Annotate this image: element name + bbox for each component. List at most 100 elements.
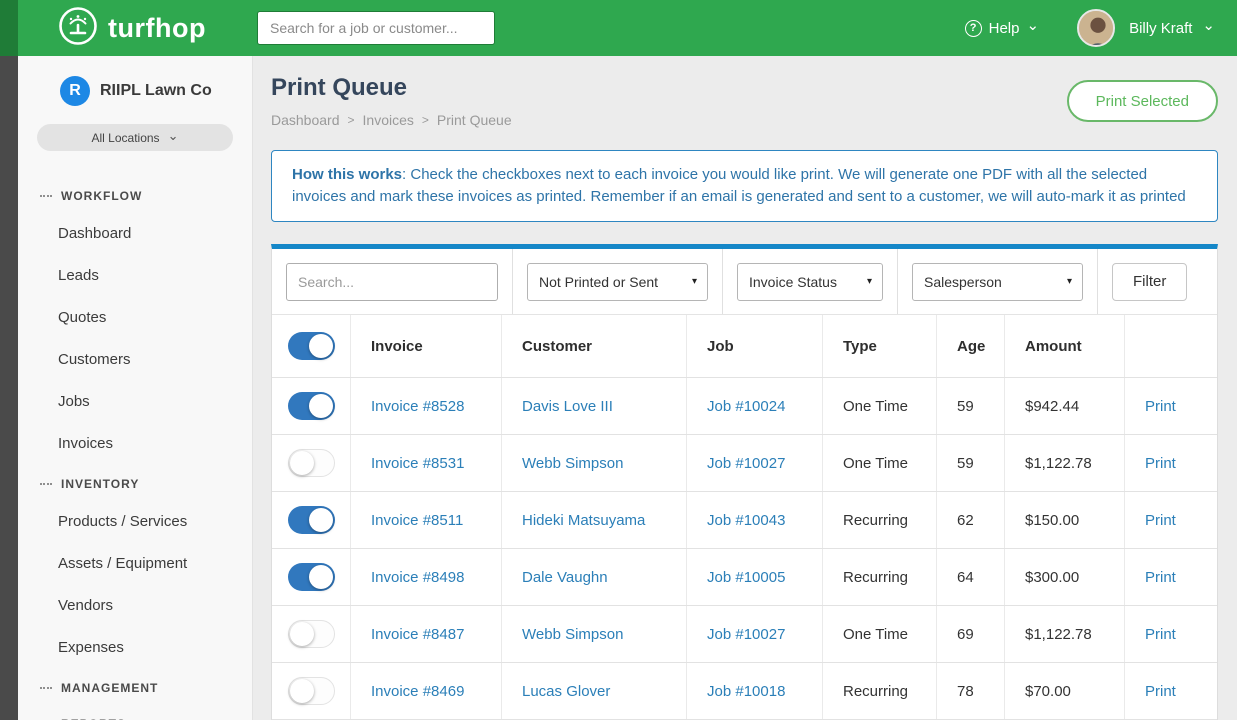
invoice-link[interactable]: Invoice #8487 [371, 626, 464, 643]
invoice-link[interactable]: Invoice #8528 [371, 398, 464, 415]
sidebar-nav: WORKFLOW Dashboard Leads Quotes Customer… [18, 177, 252, 720]
company-row[interactable]: R RIIPL Lawn Co [18, 56, 252, 106]
invoice-link[interactable]: Invoice #8469 [371, 683, 464, 700]
select-all-toggle[interactable] [288, 332, 335, 360]
invoice-table: Invoice Customer Job Type Age Amount Inv… [272, 315, 1217, 720]
col-header-actions [1125, 315, 1217, 377]
row-select-toggle[interactable] [288, 392, 335, 420]
table-row: Invoice #8531 Webb Simpson Job #10027 On… [272, 435, 1217, 492]
section-label: MANAGEMENT [61, 681, 158, 695]
print-link[interactable]: Print [1145, 626, 1176, 643]
row-select-toggle[interactable] [288, 563, 335, 591]
invoice-status-dropdown[interactable]: Invoice Status ▾ [737, 263, 883, 301]
locations-label: All Locations [92, 131, 160, 145]
customer-link[interactable]: Hideki Matsuyama [522, 512, 645, 529]
turfhop-logo[interactable]: turfhop [0, 6, 253, 51]
customer-link[interactable]: Webb Simpson [522, 626, 623, 643]
row-select-toggle[interactable] [288, 677, 335, 705]
invoice-age: 59 [937, 435, 1005, 491]
sidebar-item-products-services[interactable]: Products / Services [18, 501, 252, 543]
avatar[interactable] [1077, 9, 1115, 47]
user-name[interactable]: Billy Kraft [1129, 20, 1192, 37]
print-link[interactable]: Print [1145, 455, 1176, 472]
all-locations-dropdown[interactable]: All Locations ⌄ [37, 124, 233, 151]
customer-link[interactable]: Davis Love III [522, 398, 613, 415]
col-header-job: Job [687, 315, 823, 377]
sidebar-item-expenses[interactable]: Expenses [18, 627, 252, 669]
customer-link[interactable]: Dale Vaughn [522, 569, 608, 586]
help-menu[interactable]: ? Help ⌄ [965, 20, 1039, 37]
row-select-toggle[interactable] [288, 620, 335, 648]
caret-down-icon: ▾ [867, 276, 872, 287]
invoice-type: Recurring [823, 663, 937, 719]
table-row: Invoice #8528 Davis Love III Job #10024 … [272, 378, 1217, 435]
chevron-down-icon: ⌄ [1202, 21, 1215, 31]
sidebar-item-assets-equipment[interactable]: Assets / Equipment [18, 543, 252, 585]
invoice-link[interactable]: Invoice #8498 [371, 569, 464, 586]
table-header-row: Invoice Customer Job Type Age Amount [272, 315, 1217, 378]
help-label: Help [989, 20, 1020, 37]
section-dash-icon [40, 195, 52, 197]
info-body: : Check the checkboxes next to each invo… [292, 166, 1186, 205]
filter-button[interactable]: Filter [1112, 263, 1187, 301]
main-content: Print Queue Dashboard > Invoices > Print… [253, 56, 1237, 720]
print-link[interactable]: Print [1145, 683, 1176, 700]
global-search-input[interactable] [257, 11, 495, 45]
row-select-toggle[interactable] [288, 449, 335, 477]
print-link[interactable]: Print [1145, 398, 1176, 415]
col-header-amount: Amount [1005, 315, 1125, 377]
info-title: How this works [292, 166, 402, 183]
section-label: WORKFLOW [61, 189, 142, 203]
invoice-amount: $70.00 [1005, 663, 1125, 719]
section-reports: REPORTS [18, 705, 252, 720]
caret-down-icon: ▾ [1067, 276, 1072, 287]
job-link[interactable]: Job #10018 [707, 683, 785, 700]
job-link[interactable]: Job #10005 [707, 569, 785, 586]
sidebar-item-dashboard[interactable]: Dashboard [18, 213, 252, 255]
table-row: Invoice #8469 Lucas Glover Job #10018 Re… [272, 663, 1217, 720]
invoice-amount: $1,122.78 [1005, 435, 1125, 491]
section-workflow: WORKFLOW [18, 177, 252, 213]
section-label: INVENTORY [61, 477, 139, 491]
sidebar-item-invoices[interactable]: Invoices [18, 423, 252, 465]
table-search-input[interactable] [286, 263, 498, 301]
app-window: turfhop ? Help ⌄ Billy Kraft ⌄ R [0, 0, 1237, 720]
customer-link[interactable]: Lucas Glover [522, 683, 610, 700]
sidebar-item-leads[interactable]: Leads [18, 255, 252, 297]
sidebar-item-vendors[interactable]: Vendors [18, 585, 252, 627]
print-link[interactable]: Print [1145, 569, 1176, 586]
customer-link[interactable]: Webb Simpson [522, 455, 623, 472]
invoice-link[interactable]: Invoice #8531 [371, 455, 464, 472]
printed-or-sent-dropdown[interactable]: Not Printed or Sent ▾ [527, 263, 708, 301]
chevron-down-icon: ⌄ [1026, 21, 1039, 31]
section-dash-icon [40, 483, 52, 485]
invoice-age: 64 [937, 549, 1005, 605]
dropdown-value: Invoice Status [749, 274, 837, 290]
breadcrumb-print-queue: Print Queue [437, 112, 512, 128]
salesperson-dropdown[interactable]: Salesperson ▾ [912, 263, 1083, 301]
invoice-amount: $942.44 [1005, 378, 1125, 434]
print-selected-button[interactable]: Print Selected [1067, 80, 1218, 122]
caret-down-icon: ▾ [692, 276, 697, 287]
breadcrumb-dashboard[interactable]: Dashboard [271, 112, 340, 128]
sidebar-item-jobs[interactable]: Jobs [18, 381, 252, 423]
print-link[interactable]: Print [1145, 512, 1176, 529]
sidebar-item-customers[interactable]: Customers [18, 339, 252, 381]
row-select-toggle[interactable] [288, 506, 335, 534]
job-link[interactable]: Job #10043 [707, 512, 785, 529]
job-link[interactable]: Job #10024 [707, 398, 785, 415]
dropdown-value: Not Printed or Sent [539, 274, 658, 290]
breadcrumb-invoices[interactable]: Invoices [363, 112, 414, 128]
logo-text: turfhop [108, 13, 206, 44]
sidebar-item-quotes[interactable]: Quotes [18, 297, 252, 339]
print-queue-panel: Not Printed or Sent ▾ Invoice Status ▾ S… [271, 244, 1218, 720]
job-link[interactable]: Job #10027 [707, 626, 785, 643]
invoice-age: 69 [937, 606, 1005, 662]
section-dash-icon [40, 687, 52, 689]
dropdown-value: Salesperson [924, 274, 1002, 290]
invoice-type: Recurring [823, 549, 937, 605]
job-link[interactable]: Job #10027 [707, 455, 785, 472]
invoice-type: One Time [823, 435, 937, 491]
table-row: Invoice #8511 Hideki Matsuyama Job #1004… [272, 492, 1217, 549]
invoice-link[interactable]: Invoice #8511 [371, 512, 463, 529]
